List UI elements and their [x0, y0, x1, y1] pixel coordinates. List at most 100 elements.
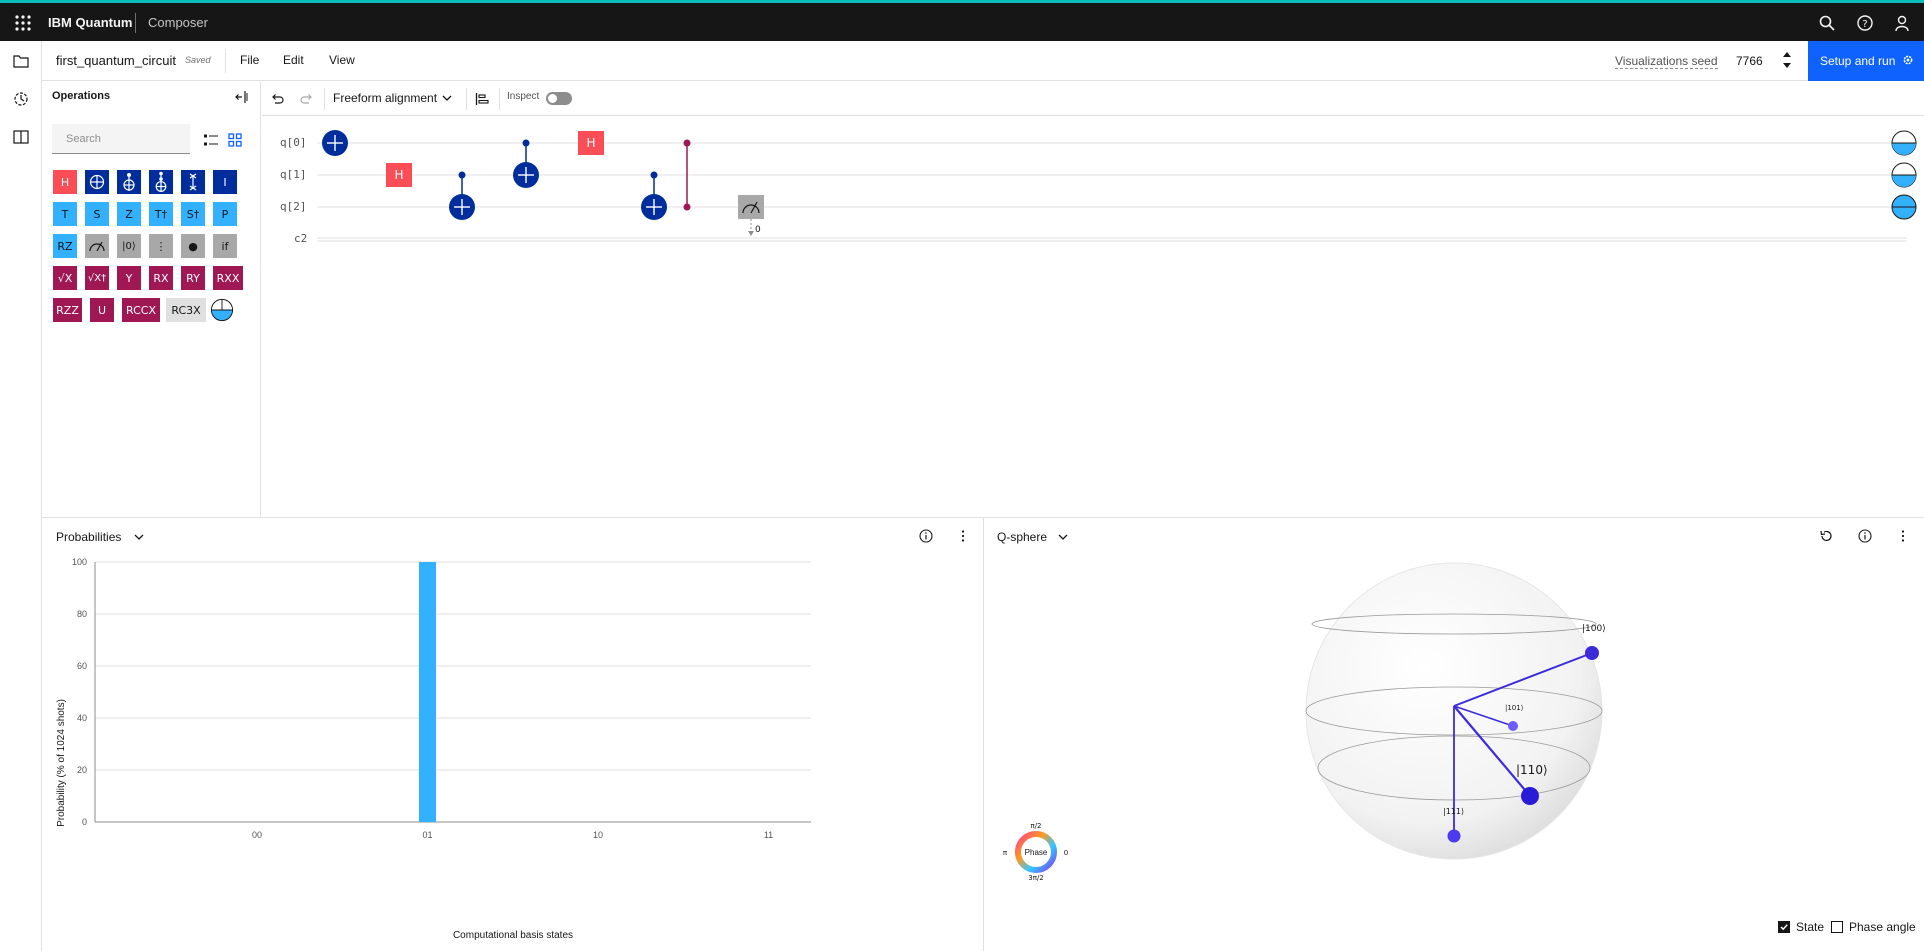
gate-rxx[interactable]: RXX: [213, 266, 243, 290]
seed-value-input[interactable]: 7766: [1736, 54, 1763, 68]
inspect-toggle[interactable]: [546, 92, 572, 105]
h-gate-q1-label: H: [394, 168, 403, 182]
h-gate-q0[interactable]: H: [578, 131, 604, 155]
seed-stepper-icon[interactable]: [1780, 48, 1794, 72]
q2-state-icon[interactable]: [1891, 194, 1917, 220]
panel-icon[interactable]: [13, 129, 29, 145]
phase-left-label: π: [1003, 849, 1008, 857]
cnot-q1-q2-second[interactable]: [641, 171, 667, 221]
gate-swap[interactable]: [181, 170, 205, 194]
x-tick-label: 10: [593, 830, 603, 840]
state-point-100[interactable]: [1585, 646, 1599, 660]
app-switcher-icon[interactable]: [14, 14, 32, 32]
setup-and-run-button[interactable]: Setup and run: [1808, 41, 1924, 81]
qsphere-panel: Q-sphere |100⟩ |101⟩ |110⟩ |111⟩ Phase π…: [985, 518, 1924, 951]
q0-state-icon[interactable]: [1891, 130, 1917, 156]
gate-measure[interactable]: [85, 234, 109, 258]
visualizations-seed-label[interactable]: Visualizations seed: [1615, 54, 1718, 69]
gate-y[interactable]: Y: [117, 266, 141, 290]
state-point-101[interactable]: [1508, 721, 1518, 731]
phase-angle-checkbox[interactable]: [1831, 921, 1843, 933]
circuit-name[interactable]: first_quantum_circuit: [56, 53, 176, 68]
cnot-q1-q2[interactable]: [449, 171, 475, 221]
cnot-q0-q1[interactable]: [513, 139, 539, 189]
brand-divider: [135, 13, 136, 33]
gate-ry[interactable]: RY: [181, 266, 205, 290]
state-label-101: |101⟩: [1505, 704, 1524, 712]
state-point-111[interactable]: [1447, 829, 1461, 843]
gate-rz[interactable]: RZ: [53, 234, 77, 258]
gate-z[interactable]: Z: [117, 202, 141, 226]
qsphere-dropdown[interactable]: Q-sphere: [997, 530, 1047, 544]
gate-barrier[interactable]: ⋮: [149, 234, 173, 258]
gate-s-dagger[interactable]: S†: [181, 202, 205, 226]
x-gate-q0[interactable]: [322, 130, 348, 156]
info-icon[interactable]: [919, 529, 933, 543]
qubit-state-indicators: [1891, 130, 1917, 220]
y-tick-label: 60: [77, 661, 87, 671]
x-tick-label: 01: [422, 830, 432, 840]
brand-name[interactable]: IBM Quantum: [48, 15, 133, 30]
gate-sqrt-x-dagger[interactable]: √X†: [85, 266, 109, 290]
search-icon[interactable]: [1818, 14, 1836, 32]
menu-edit[interactable]: Edit: [283, 53, 304, 67]
gate-t-dagger[interactable]: T†: [149, 202, 173, 226]
history-icon[interactable]: [13, 91, 29, 107]
operations-panel: Operations H I T S Z T† S† P RZ |0⟩ ⋮ ● …: [42, 82, 261, 518]
chevron-down-icon[interactable]: [1058, 533, 1068, 541]
grid-view-icon[interactable]: [228, 133, 242, 147]
chevron-down-icon[interactable]: [134, 533, 144, 541]
overflow-menu-icon[interactable]: [956, 529, 970, 543]
gate-rc3x[interactable]: RC3X: [166, 298, 206, 322]
gate-rzz[interactable]: RZZ: [53, 298, 82, 322]
gate-if[interactable]: if: [213, 234, 237, 258]
undo-icon[interactable]: [270, 92, 284, 106]
gate-rx[interactable]: RX: [149, 266, 173, 290]
help-icon[interactable]: ?: [1856, 14, 1874, 32]
align-left-icon[interactable]: [475, 92, 489, 106]
checkmark-icon: [1780, 924, 1788, 931]
state-point-110[interactable]: [1521, 787, 1539, 805]
gate-identity[interactable]: I: [213, 170, 237, 194]
swap-icon: [189, 173, 197, 191]
probabilities-dropdown[interactable]: Probabilities: [56, 530, 121, 544]
chevron-down-icon[interactable]: [442, 94, 452, 102]
menu-view[interactable]: View: [329, 53, 355, 67]
gate-bloch[interactable]: [210, 298, 234, 322]
measure-gate-q2[interactable]: 0: [738, 195, 764, 236]
circuit-diagram: H H 0: [317, 130, 1917, 242]
overflow-menu-icon[interactable]: [1896, 529, 1910, 543]
qsphere-visualization[interactable]: |100⟩ |101⟩ |110⟩ |111⟩ Phase π/2 π 0 3π…: [985, 558, 1924, 938]
user-icon[interactable]: [1893, 14, 1911, 32]
gear-icon: [1903, 55, 1913, 65]
state-checkbox[interactable]: [1778, 921, 1790, 933]
gate-rccx[interactable]: RCCX: [122, 298, 160, 322]
gate-t[interactable]: T: [53, 202, 77, 226]
folder-icon[interactable]: [13, 53, 29, 69]
info-icon[interactable]: [1858, 529, 1872, 543]
h-gate-q1[interactable]: H: [386, 163, 412, 187]
state-checkbox-label[interactable]: State: [1796, 920, 1824, 934]
gate-not[interactable]: [85, 170, 109, 194]
alignment-dropdown[interactable]: Freeform alignment: [333, 91, 437, 105]
menu-file[interactable]: File: [240, 53, 259, 67]
operations-search-input[interactable]: [52, 124, 190, 154]
gate-reset[interactable]: |0⟩: [117, 234, 141, 258]
gate-sqrt-x[interactable]: √X: [53, 266, 77, 290]
gate-phase[interactable]: P: [213, 202, 237, 226]
gate-u[interactable]: U: [90, 298, 114, 322]
gate-hadamard[interactable]: H: [53, 170, 77, 194]
q1-state-icon[interactable]: [1891, 162, 1917, 188]
phase-angle-checkbox-label[interactable]: Phase angle: [1849, 920, 1916, 934]
probabilities-panel: Probabilities 0 20 40 60 80 100 00 01 10 11 Comp…: [42, 518, 984, 951]
h-gate-q0-label: H: [586, 136, 595, 150]
gate-cnot[interactable]: [117, 170, 141, 194]
gate-s[interactable]: S: [85, 202, 109, 226]
redo-icon[interactable]: [300, 92, 314, 106]
reset-view-icon[interactable]: [1819, 529, 1833, 543]
gate-toffoli[interactable]: [149, 170, 173, 194]
list-view-icon[interactable]: [204, 133, 218, 147]
collapse-panel-icon[interactable]: [234, 90, 248, 104]
gate-control[interactable]: ●: [181, 234, 205, 258]
bar-01[interactable]: [419, 562, 436, 822]
